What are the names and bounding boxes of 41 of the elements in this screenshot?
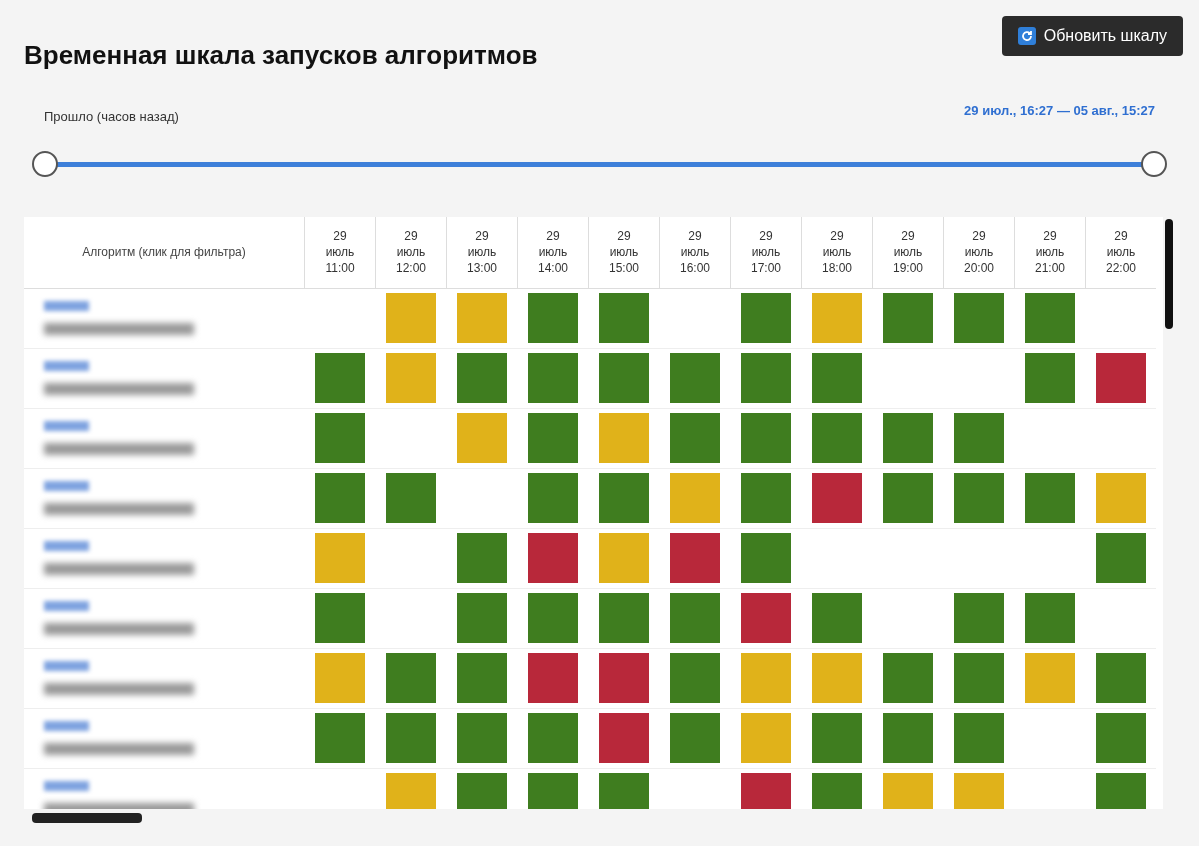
range-value: 29 июл., 16:27 — 05 авг., 15:27 bbox=[964, 102, 1155, 120]
column-header: 21:00 bbox=[1035, 260, 1065, 276]
column-header: 14:00 bbox=[538, 260, 568, 276]
column-header: 29 bbox=[901, 228, 915, 244]
column-header: июль bbox=[467, 244, 497, 260]
column-header: июль bbox=[1106, 244, 1136, 260]
column-header[interactable]: Алгоритм (клик для фильтра) bbox=[82, 243, 246, 261]
column-header: 12:00 bbox=[396, 260, 426, 276]
column-header: 29 bbox=[475, 228, 489, 244]
page-title: Временная шкала запусков алгоритмов bbox=[24, 39, 538, 72]
column-header: июль bbox=[538, 244, 568, 260]
column-header: 29 bbox=[1043, 228, 1057, 244]
column-header: июль bbox=[1035, 244, 1065, 260]
column-header: 29 bbox=[333, 228, 347, 244]
column-header: 29 bbox=[830, 228, 844, 244]
column-header: 29 bbox=[404, 228, 418, 244]
column-header: июль bbox=[680, 244, 710, 260]
column-header: 20:00 bbox=[964, 260, 994, 276]
column-header: июль bbox=[964, 244, 994, 260]
column-header: июль bbox=[396, 244, 426, 260]
column-header: 11:00 bbox=[325, 260, 355, 276]
column-header: 19:00 bbox=[893, 260, 923, 276]
column-header: июль bbox=[893, 244, 923, 260]
column-header: 17:00 bbox=[751, 260, 781, 276]
column-header: 13:00 bbox=[467, 260, 497, 276]
range-label: Прошло (часов назад) bbox=[44, 108, 179, 126]
column-header: 16:00 bbox=[680, 260, 710, 276]
column-header: 29 bbox=[617, 228, 631, 244]
column-header: 29 bbox=[1114, 228, 1128, 244]
column-header: июль bbox=[822, 244, 852, 260]
column-header: 29 bbox=[546, 228, 560, 244]
refresh-button[interactable]: Обновить шкалу bbox=[1001, 16, 1183, 56]
column-header: 18:00 bbox=[822, 260, 852, 276]
column-header: июль bbox=[609, 244, 639, 260]
column-header: 29 bbox=[972, 228, 986, 244]
column-header: 29 bbox=[688, 228, 702, 244]
column-header: 15:00 bbox=[609, 260, 639, 276]
column-header: июль bbox=[325, 244, 355, 260]
column-header: июль bbox=[751, 244, 781, 260]
column-header: 29 bbox=[759, 228, 773, 244]
column-header: 22:00 bbox=[1106, 260, 1136, 276]
